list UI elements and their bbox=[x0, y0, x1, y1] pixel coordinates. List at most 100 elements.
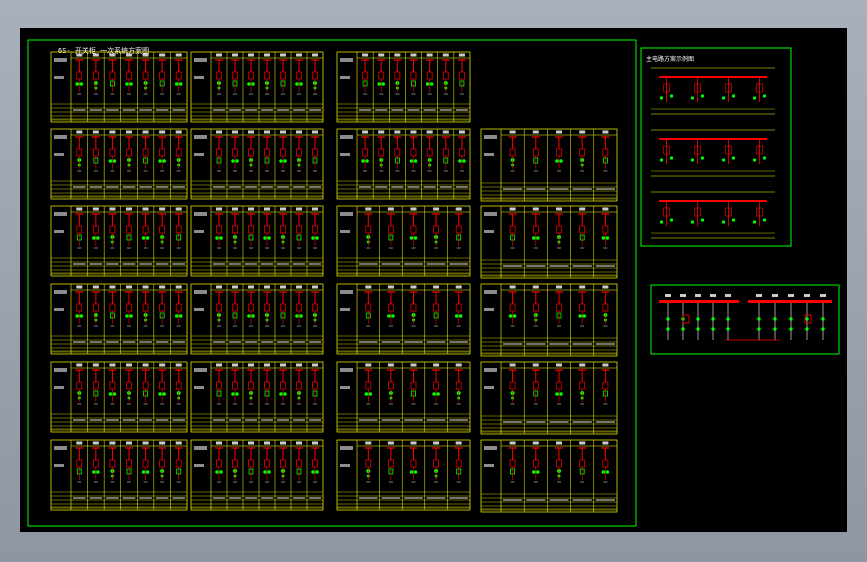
breaker-symbol bbox=[459, 71, 465, 80]
cubicle-number bbox=[365, 285, 372, 289]
block-ct bbox=[721, 96, 726, 100]
breaker-symbol bbox=[579, 459, 586, 468]
breaker-symbol bbox=[175, 381, 182, 390]
right-scheme-title: 主电路方案示例图 bbox=[646, 55, 694, 63]
cubicle-spec-text bbox=[213, 263, 225, 265]
ct-symbol bbox=[368, 392, 373, 396]
cubicle-number bbox=[109, 441, 116, 445]
cubicle-spec-text bbox=[293, 341, 305, 343]
ct-symbol bbox=[112, 159, 117, 163]
breaker-symbol bbox=[579, 381, 586, 390]
cubicle-spec-text bbox=[122, 109, 136, 111]
cubicle-number bbox=[264, 53, 270, 57]
right-busbar bbox=[748, 300, 832, 303]
breaker-symbol bbox=[312, 148, 318, 157]
ct-symbol bbox=[279, 159, 283, 163]
cubicle-number bbox=[76, 441, 83, 445]
cubicle-spec-text bbox=[359, 341, 378, 343]
cubicle-spec-text bbox=[359, 186, 372, 188]
ct-symbol bbox=[536, 470, 540, 474]
feeder-label bbox=[665, 294, 671, 297]
breaker-symbol bbox=[509, 303, 516, 312]
cubicle-spec-text bbox=[229, 263, 241, 265]
feeder-ct bbox=[773, 317, 777, 321]
row-label-text bbox=[54, 464, 64, 467]
cubicle-number bbox=[433, 285, 440, 289]
ct-symbol bbox=[92, 470, 96, 474]
row-label-text bbox=[194, 212, 207, 216]
cubicle-spec-text bbox=[73, 419, 86, 421]
cubicle-number bbox=[248, 363, 254, 367]
breaker-symbol bbox=[388, 381, 394, 390]
block-ct bbox=[690, 96, 695, 100]
cubicle-number bbox=[280, 53, 286, 57]
cubicle-number bbox=[509, 207, 516, 211]
cubicle-number bbox=[442, 130, 449, 134]
cubicle-spec-text bbox=[139, 263, 152, 265]
breaker-symbol bbox=[410, 225, 417, 234]
row-label-text bbox=[340, 308, 350, 311]
ct-symbol bbox=[108, 159, 113, 163]
cubicle-number bbox=[76, 207, 83, 211]
cubicle-number bbox=[159, 207, 166, 211]
cubicle-spec-text bbox=[139, 497, 152, 499]
cubicle-number bbox=[175, 207, 182, 211]
breaker-symbol bbox=[365, 459, 372, 468]
cubicle-number bbox=[378, 53, 385, 57]
cubicle-number bbox=[426, 53, 433, 57]
cubicle-number bbox=[532, 363, 539, 367]
cubicle-number bbox=[232, 285, 238, 289]
cubicle-spec-text bbox=[375, 109, 388, 111]
breaker-symbol bbox=[602, 381, 609, 390]
ct-symbol bbox=[92, 236, 96, 240]
breaker-symbol bbox=[410, 303, 417, 312]
scheme-panel bbox=[336, 128, 471, 200]
ct-symbol bbox=[96, 470, 100, 474]
breaker-symbol bbox=[264, 459, 270, 468]
ct-symbol bbox=[311, 236, 315, 240]
cubicle-number bbox=[433, 441, 440, 445]
cubicle-spec-text bbox=[172, 263, 185, 265]
cubicle-number bbox=[264, 441, 270, 445]
cubicle-spec-text bbox=[73, 109, 86, 111]
ct-symbol bbox=[162, 159, 166, 163]
cubicle-number bbox=[92, 207, 99, 211]
breaker-symbol bbox=[159, 381, 165, 390]
cubicle-number bbox=[602, 285, 609, 289]
ct-symbol bbox=[174, 314, 179, 318]
cubicle-spec-text bbox=[503, 265, 523, 267]
cubicle-number bbox=[410, 207, 417, 211]
breaker-symbol bbox=[232, 459, 238, 468]
ct-symbol bbox=[162, 392, 166, 396]
cubicle-spec-text bbox=[213, 109, 225, 111]
breaker-symbol bbox=[433, 381, 439, 390]
cubicle-spec-text bbox=[261, 497, 273, 499]
row-label-text bbox=[54, 446, 67, 450]
cubicle-number bbox=[126, 441, 132, 445]
ct-symbol bbox=[125, 314, 129, 318]
cubicle-number bbox=[126, 363, 132, 367]
breaker-symbol bbox=[426, 71, 433, 80]
cubicle-spec-text bbox=[572, 265, 592, 267]
breaker-symbol bbox=[532, 459, 539, 468]
breaker-symbol bbox=[442, 148, 449, 157]
feeder-earth bbox=[681, 327, 685, 331]
cubicle-spec-text bbox=[122, 186, 136, 188]
cubicle-number bbox=[175, 53, 182, 57]
breaker-symbol bbox=[264, 225, 270, 234]
breaker-symbol bbox=[280, 381, 286, 390]
breaker-symbol bbox=[579, 225, 586, 234]
row-label-text bbox=[194, 76, 204, 79]
breaker-symbol bbox=[232, 148, 238, 157]
cubicle-number bbox=[248, 285, 254, 289]
breaker-symbol bbox=[76, 303, 83, 312]
cubicle-spec-text bbox=[391, 109, 404, 111]
breaker-symbol bbox=[175, 459, 182, 468]
row-label-text bbox=[340, 446, 353, 450]
scheme-panel bbox=[50, 439, 188, 511]
ct-symbol bbox=[235, 159, 239, 163]
cubicle-spec-text bbox=[426, 341, 446, 343]
cubicle-spec-text bbox=[73, 497, 86, 499]
cubicle-spec-text bbox=[572, 343, 592, 345]
cubicle-spec-text bbox=[122, 263, 136, 265]
